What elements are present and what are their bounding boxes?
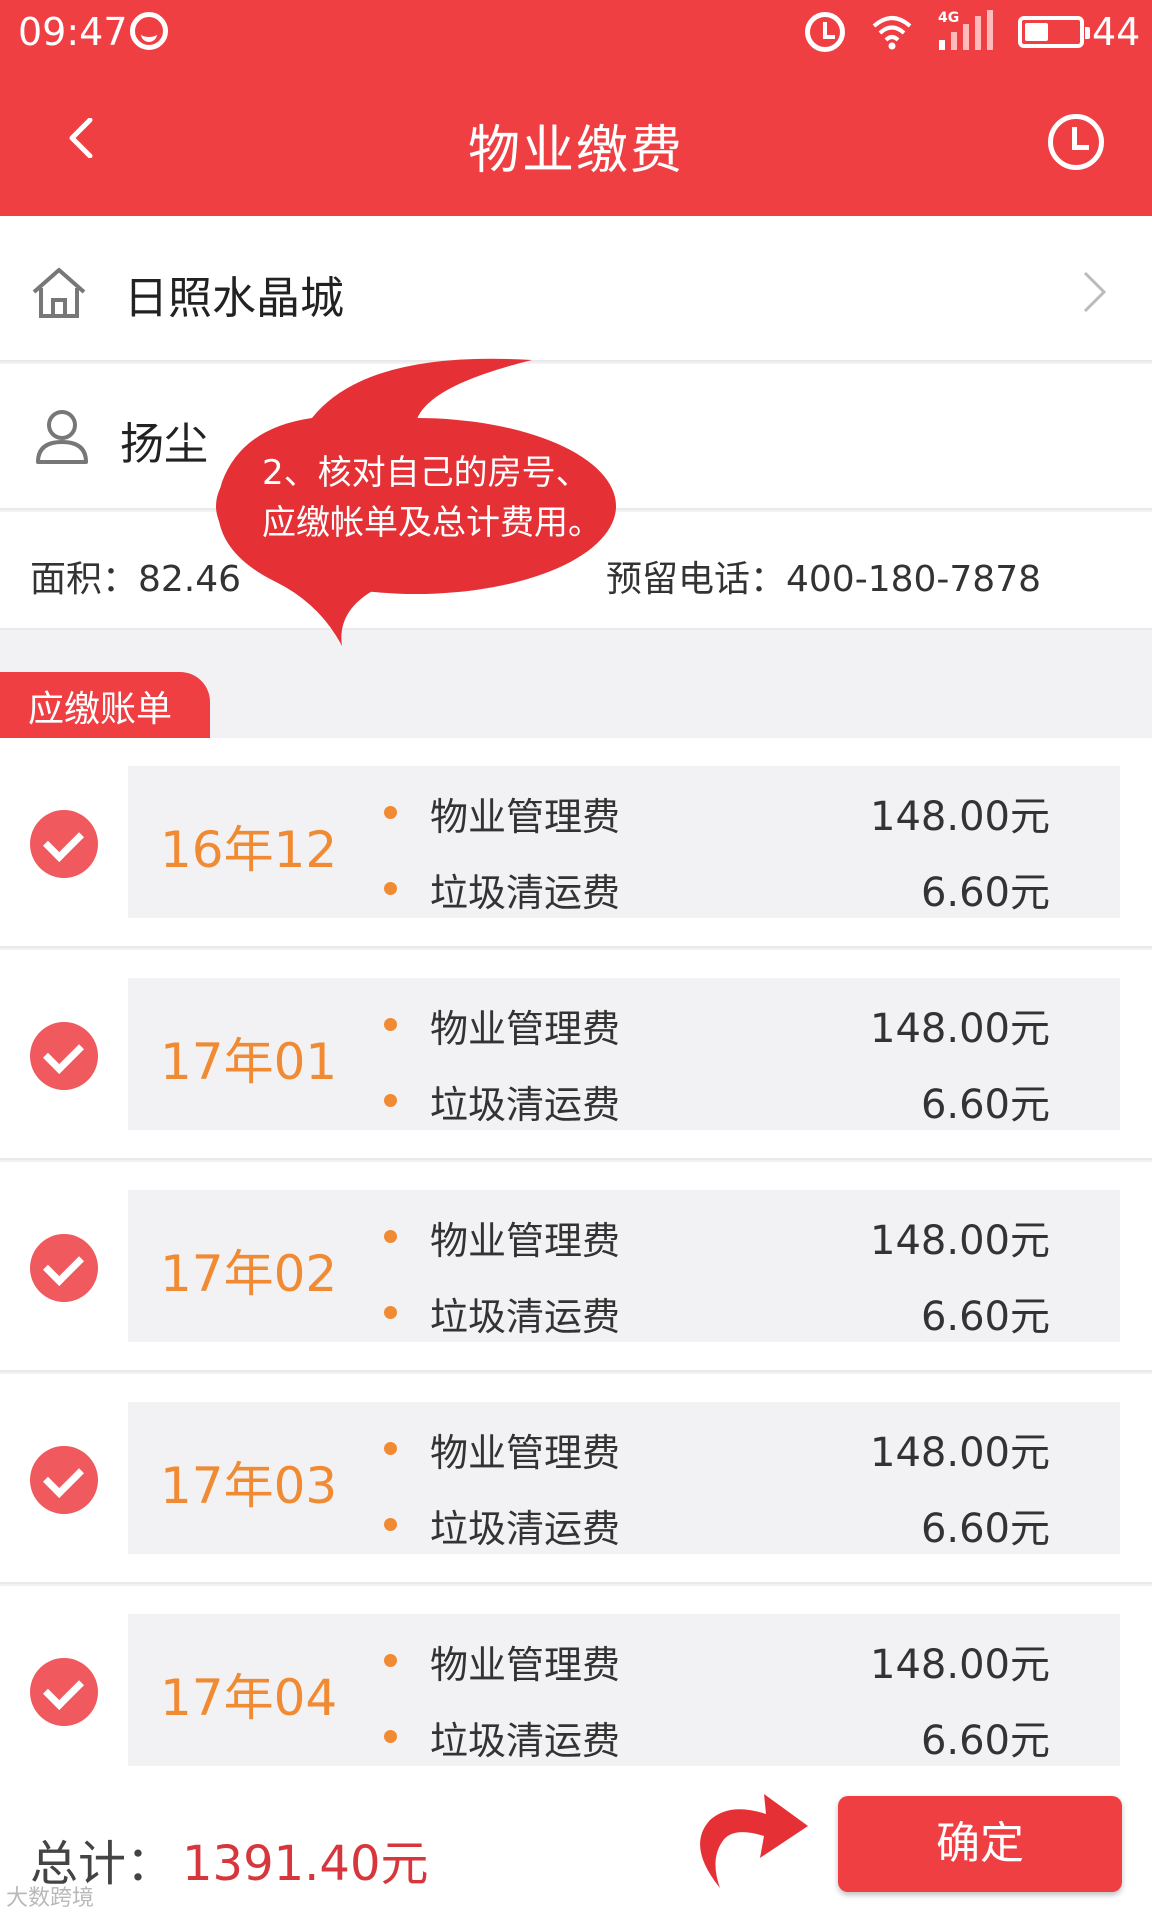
bullet-icon	[384, 882, 397, 895]
fee-amount: 148.00元	[870, 1430, 1050, 1476]
bill-row[interactable]: 16年12 物业管理费 148.00元垃圾清运费 6.60元	[0, 738, 1152, 948]
chevron-right-icon	[1083, 271, 1107, 313]
fee-name: 垃圾清运费	[430, 871, 621, 915]
fee-amount: 6.60元	[920, 870, 1050, 916]
bill-card: 17年02 物业管理费 148.00元垃圾清运费 6.60元	[128, 1190, 1120, 1342]
bill-card: 17年04 物业管理费 148.00元垃圾清运费 6.60元	[128, 1614, 1120, 1766]
total-value: 1391.40元	[182, 1836, 429, 1892]
bullet-icon	[384, 1018, 397, 1031]
fee-name: 垃圾清运费	[430, 1719, 621, 1763]
battery-percent: 44	[1092, 10, 1141, 54]
bill-row[interactable]: 17年03 物业管理费 148.00元垃圾清运费 6.60元	[0, 1374, 1152, 1584]
check-icon[interactable]	[30, 1446, 98, 1514]
fee-name: 垃圾清运费	[430, 1083, 621, 1127]
bill-month: 17年04	[160, 1669, 338, 1727]
user-icon	[36, 410, 88, 464]
fee-amount: 6.60元	[920, 1718, 1050, 1764]
bill-month: 17年01	[160, 1033, 338, 1091]
fee-name: 垃圾清运费	[430, 1507, 621, 1551]
wifi-icon	[872, 16, 912, 50]
reserved-phone: 预留电话：400-180-7878	[606, 559, 1042, 600]
alarm-icon	[805, 12, 845, 52]
annotation-line-1: 2、核对自己的房号、	[262, 453, 590, 493]
bullet-icon	[384, 1094, 397, 1107]
fee-amount: 148.00元	[870, 1006, 1050, 1052]
confirm-button[interactable]: 确定	[838, 1796, 1122, 1892]
status-time: 09:47	[18, 10, 128, 54]
owner-name: 扬尘	[120, 419, 208, 470]
bullet-icon	[384, 1306, 397, 1319]
fee-amount: 148.00元	[870, 794, 1050, 840]
fee-amount: 6.60元	[920, 1506, 1050, 1552]
bill-list: 16年12 物业管理费 148.00元 垃圾清运费 6.60元 17年01 物业管理费 148…	[0, 738, 1152, 1768]
bullet-icon	[384, 1654, 397, 1667]
bullet-icon	[384, 806, 397, 819]
fee-amount: 148.00元	[870, 1218, 1050, 1264]
title-bar: 物业缴费	[0, 66, 1152, 216]
battery-fill	[1025, 23, 1048, 41]
fee-name: 物业管理费	[430, 795, 621, 839]
fee-name: 物业管理费	[430, 1643, 621, 1687]
arrow-icon	[700, 1794, 808, 1888]
bills-tab: 应缴账单	[0, 672, 210, 738]
check-icon[interactable]	[30, 1234, 98, 1302]
bill-card: 16年12 物业管理费 148.00元垃圾清运费 6.60元	[128, 766, 1120, 918]
status-bar: 09:47 4G 44	[0, 0, 1152, 66]
footer-bar: 总计： 1391.40元 确定 大数跨境	[0, 1768, 1152, 1920]
fee-name: 垃圾清运费	[430, 1295, 621, 1339]
bill-row[interactable]: 17年01 物业管理费 148.00元垃圾清运费 6.60元	[0, 950, 1152, 1160]
area-text: 面积：82.46	[30, 559, 242, 600]
annotation-line-2: 应缴帐单及总计费用。	[262, 503, 602, 543]
check-icon[interactable]	[30, 810, 98, 878]
bullet-icon	[384, 1230, 397, 1243]
bullet-icon	[384, 1442, 397, 1455]
bill-card: 17年01 物业管理费 148.00元垃圾清运费 6.60元	[128, 978, 1120, 1130]
fee-amount: 6.60元	[920, 1082, 1050, 1128]
bill-month: 16年12	[160, 821, 338, 879]
bill-month: 17年03	[160, 1457, 338, 1515]
bill-month: 17年02	[160, 1245, 338, 1303]
fee-amount: 6.60元	[920, 1294, 1050, 1340]
community-row[interactable]: 日照水晶城	[0, 216, 1152, 362]
history-icon[interactable]	[1048, 114, 1104, 170]
bill-row[interactable]: 17年04 物业管理费 148.00元垃圾清运费 6.60元	[0, 1586, 1152, 1768]
bill-row[interactable]: 17年02 物业管理费 148.00元垃圾清运费 6.60元	[0, 1162, 1152, 1372]
battery-icon	[1018, 16, 1090, 48]
fee-name: 物业管理费	[430, 1007, 621, 1051]
annotation-text: 2、核对自己的房号、 应缴帐单及总计费用。	[262, 448, 642, 548]
network-type: 4G	[938, 10, 960, 26]
check-icon[interactable]	[30, 1022, 98, 1090]
bullet-icon	[384, 1518, 397, 1531]
community-name: 日照水晶城	[124, 273, 344, 324]
home-icon	[32, 268, 86, 318]
notification-icon	[130, 12, 168, 50]
check-icon[interactable]	[30, 1658, 98, 1726]
fee-amount: 148.00元	[870, 1642, 1050, 1688]
page-title: 物业缴费	[467, 121, 684, 181]
app-header: 09:47 4G 44 物业缴费	[0, 0, 1152, 216]
bill-card: 17年03 物业管理费 148.00元垃圾清运费 6.60元	[128, 1402, 1120, 1554]
fee-name: 物业管理费	[430, 1431, 621, 1475]
fee-name: 物业管理费	[430, 1219, 621, 1263]
bullet-icon	[384, 1730, 397, 1743]
watermark: 大数跨境	[6, 1886, 95, 1911]
